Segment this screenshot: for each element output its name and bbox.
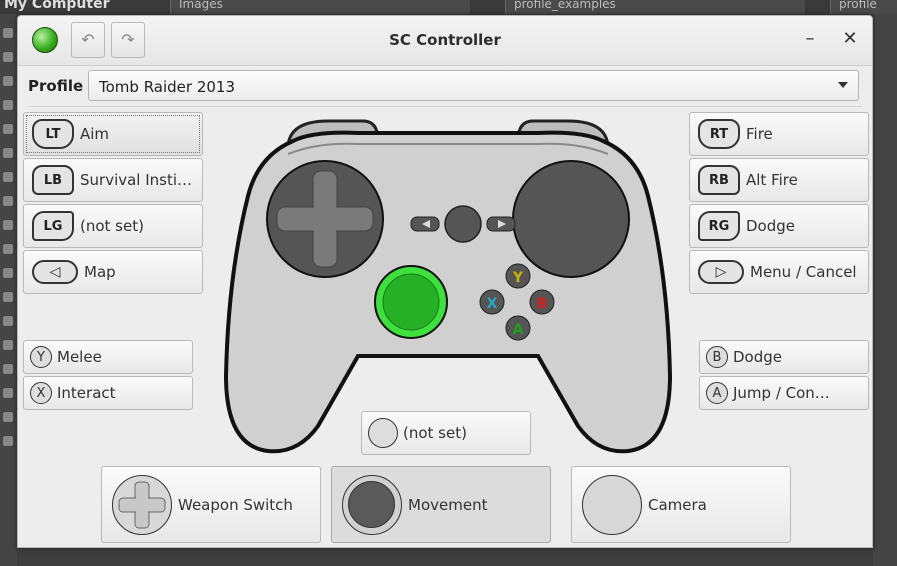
right-grip-action: Dodge bbox=[746, 217, 795, 235]
profile-select[interactable]: Tomb Raider 2013 bbox=[88, 70, 859, 101]
stick-click-button[interactable]: (not set) bbox=[361, 411, 531, 455]
background-tab-images[interactable]: Images bbox=[170, 0, 470, 14]
right-bumper-icon: RB bbox=[698, 165, 740, 195]
right-grip-button[interactable]: RG Dodge bbox=[689, 204, 869, 248]
steam-button-shape bbox=[444, 205, 482, 243]
left-trigger-icon: LT bbox=[32, 119, 74, 149]
right-trigger-button[interactable]: RT Fire bbox=[689, 112, 869, 156]
left-grip-button[interactable]: LG (not set) bbox=[23, 204, 203, 248]
right-pad-icon bbox=[582, 474, 642, 535]
controller-y-label: Y bbox=[512, 270, 524, 286]
back-button-action: Map bbox=[84, 263, 116, 281]
x-button[interactable]: X Interact bbox=[23, 376, 193, 410]
left-bumper-action: Survival Insti… bbox=[80, 171, 193, 189]
background-tab-profile[interactable]: profile bbox=[830, 0, 897, 14]
profile-label: Profile bbox=[28, 77, 84, 95]
stick-button[interactable]: Movement bbox=[331, 466, 551, 543]
y-button[interactable]: Y Melee bbox=[23, 340, 193, 374]
left-pad-button[interactable]: Weapon Switch bbox=[101, 466, 321, 543]
stick-click-action: (not set) bbox=[403, 424, 467, 442]
controller-a-label: A bbox=[513, 322, 524, 338]
y-button-icon: Y bbox=[30, 346, 52, 368]
left-pad-action: Weapon Switch bbox=[178, 495, 293, 514]
right-grip-icon: RG bbox=[698, 211, 740, 241]
background-right-panel bbox=[873, 14, 897, 566]
chevron-down-icon bbox=[838, 82, 848, 88]
right-trigger-icon: RT bbox=[698, 119, 740, 149]
start-button-action: Menu / Cancel bbox=[750, 263, 857, 281]
close-button[interactable]: ✕ bbox=[838, 28, 862, 49]
background-bottom-bar bbox=[17, 548, 873, 566]
controller-b-label: B bbox=[537, 296, 548, 312]
left-trigger-button[interactable]: LT Aim bbox=[23, 112, 203, 156]
right-bumper-button[interactable]: RB Alt Fire bbox=[689, 158, 869, 202]
back-button[interactable]: ◁ Map bbox=[23, 250, 203, 294]
separator bbox=[28, 106, 862, 107]
background-sidebar bbox=[0, 14, 17, 566]
stick-click-icon bbox=[368, 418, 398, 448]
right-pad-shape bbox=[512, 160, 630, 278]
dpad-icon bbox=[112, 474, 172, 535]
window-title: SC Controller bbox=[389, 31, 501, 49]
b-button-icon: B bbox=[706, 346, 728, 368]
start-button-icon: ▷ bbox=[698, 260, 744, 284]
title-bar: ↶ ↷ SC Controller – ✕ bbox=[18, 16, 872, 66]
a-button-icon: A bbox=[706, 382, 728, 404]
b-button[interactable]: B Dodge bbox=[699, 340, 869, 374]
a-button-action: Jump / Con… bbox=[733, 384, 830, 402]
stick-icon bbox=[342, 474, 402, 535]
right-bumper-action: Alt Fire bbox=[746, 171, 798, 189]
right-pad-button[interactable]: Camera bbox=[571, 466, 791, 543]
x-button-icon: X bbox=[30, 382, 52, 404]
left-trigger-action: Aim bbox=[80, 125, 110, 143]
profile-select-value: Tomb Raider 2013 bbox=[99, 78, 236, 96]
left-bumper-icon: LB bbox=[32, 165, 74, 195]
left-grip-icon: LG bbox=[32, 211, 74, 241]
background-title: My Computer bbox=[4, 0, 110, 12]
back-button-icon: ◁ bbox=[32, 260, 78, 284]
y-button-action: Melee bbox=[57, 348, 102, 366]
left-grip-action: (not set) bbox=[80, 217, 144, 235]
controller-x-label: X bbox=[487, 296, 498, 312]
left-bumper-button[interactable]: LB Survival Insti… bbox=[23, 158, 203, 202]
minimize-button[interactable]: – bbox=[798, 28, 822, 49]
stick-action: Movement bbox=[408, 495, 488, 514]
right-trigger-action: Fire bbox=[746, 125, 773, 143]
x-button-action: Interact bbox=[57, 384, 116, 402]
b-button-action: Dodge bbox=[733, 348, 782, 366]
start-button[interactable]: ▷ Menu / Cancel bbox=[689, 250, 869, 294]
background-tab-profile-examples[interactable]: profile_examples bbox=[505, 0, 805, 14]
a-button[interactable]: A Jump / Con… bbox=[699, 376, 869, 410]
sc-controller-window: ↶ ↷ SC Controller – ✕ Profile Tomb Raide… bbox=[17, 15, 873, 548]
right-pad-action: Camera bbox=[648, 495, 707, 514]
